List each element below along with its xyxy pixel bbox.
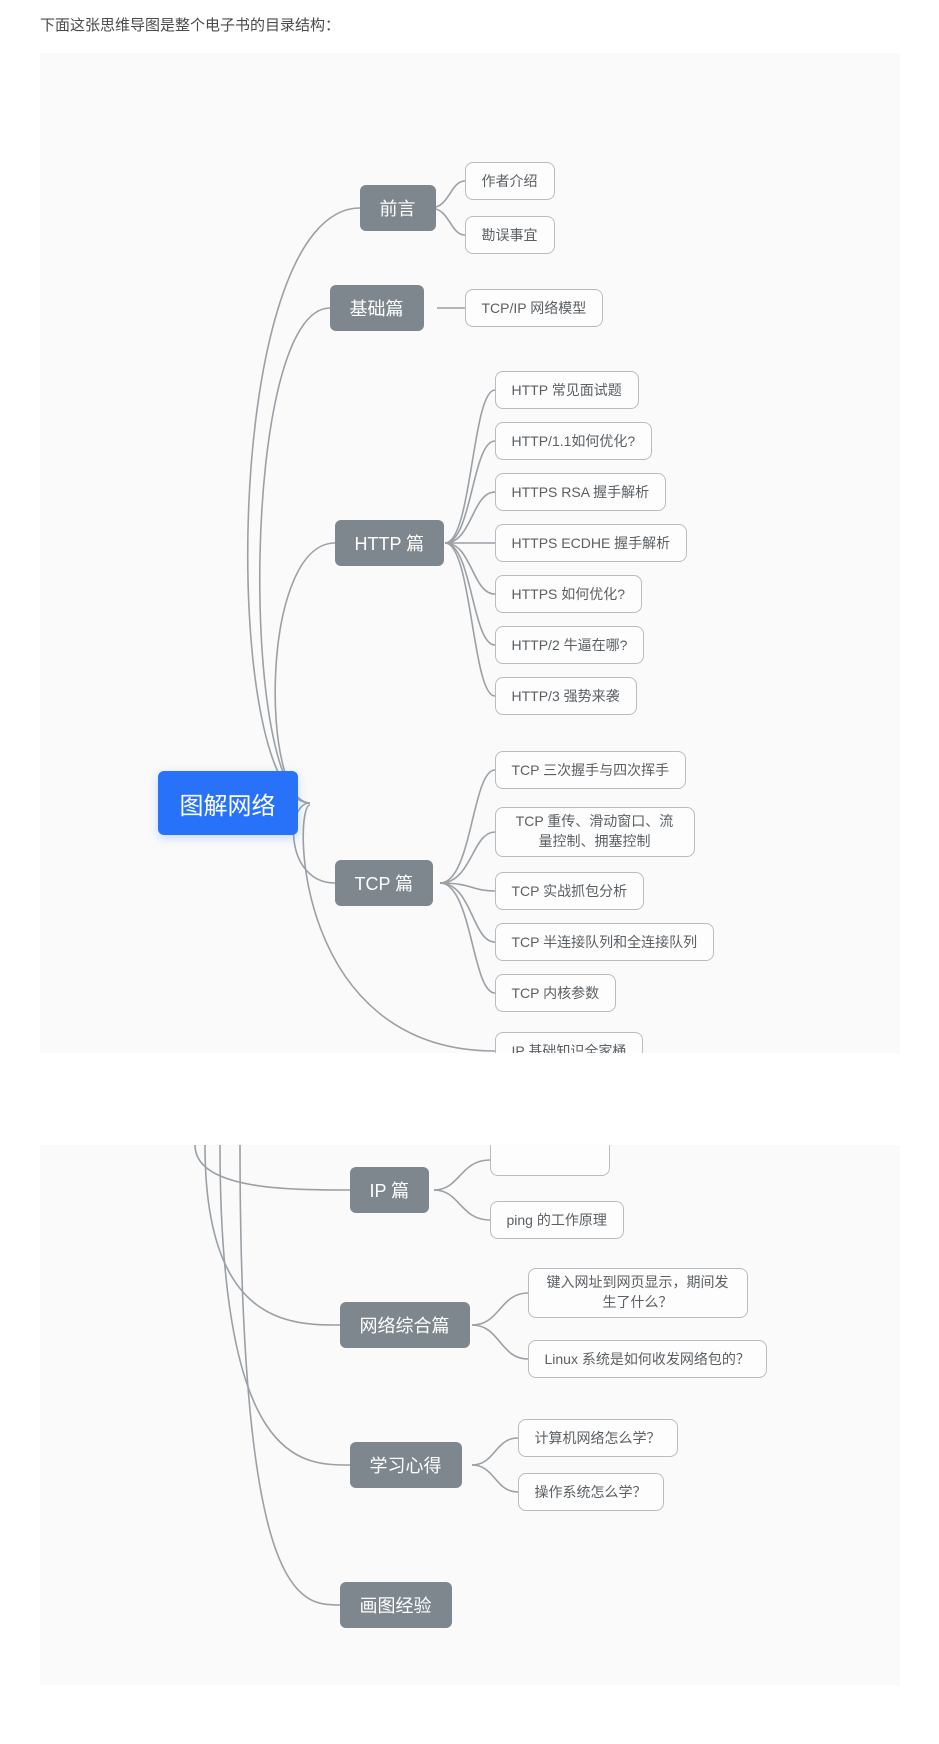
leaf-tcp-0: TCP 三次握手与四次挥手 xyxy=(495,751,687,789)
leaf-study-1: 操作系统怎么学？ xyxy=(518,1473,664,1511)
leaf-study-0: 计算机网络怎么学？ xyxy=(518,1419,678,1457)
leaf-basic-0: TCP/IP 网络模型 xyxy=(465,289,604,327)
leaf-http-4: HTTPS 如何优化? xyxy=(495,575,643,613)
leaf-ip-0-tail xyxy=(490,1145,610,1176)
leaf-http-6: HTTP/3 强势来袭 xyxy=(495,677,637,715)
leaf-http-5: HTTP/2 牛逼在哪? xyxy=(495,626,645,664)
section-integ: 网络综合篇 xyxy=(340,1302,470,1348)
section-study: 学习心得 xyxy=(350,1442,462,1488)
section-tcp: TCP 篇 xyxy=(335,860,434,906)
intro-text: 下面这张思维导图是整个电子书的目录结构： xyxy=(0,0,939,53)
leaf-ip-1: ping 的工作原理 xyxy=(490,1201,624,1239)
leaf-preface-0: 作者介绍 xyxy=(465,162,555,200)
leaf-tcp-1: TCP 重传、滑动窗口、流量控制、拥塞控制 xyxy=(495,807,695,857)
leaf-tcp-2: TCP 实战抓包分析 xyxy=(495,872,645,910)
leaf-http-2: HTTPS RSA 握手解析 xyxy=(495,473,667,511)
section-ip: IP 篇 xyxy=(350,1167,430,1213)
section-basic: 基础篇 xyxy=(330,285,424,331)
leaf-ip-0-preview: IP 基础知识全家桶 xyxy=(495,1032,644,1053)
section-preface: 前言 xyxy=(360,185,436,231)
leaf-http-1: HTTP/1.1如何优化? xyxy=(495,422,653,460)
mindmap-panel-2: IP 篇 ping 的工作原理 网络综合篇 键入网址到网页显示，期间发生了什么？… xyxy=(40,1145,900,1685)
leaf-http-0: HTTP 常见面试题 xyxy=(495,371,639,409)
leaf-preface-1: 勘误事宜 xyxy=(465,216,555,254)
root-node: 图解网络 xyxy=(158,771,298,835)
leaf-integ-1: Linux 系统是如何收发网络包的？ xyxy=(528,1340,767,1378)
section-http: HTTP 篇 xyxy=(335,520,445,566)
mindmap-panel-1: 图解网络 前言 作者介绍 勘误事宜 基础篇 TCP/IP 网络模型 HTTP 篇… xyxy=(40,53,900,1053)
section-draw: 画图经验 xyxy=(340,1582,452,1628)
leaf-tcp-3: TCP 半连接队列和全连接队列 xyxy=(495,923,715,961)
leaf-http-3: HTTPS ECDHE 握手解析 xyxy=(495,524,688,562)
leaf-tcp-4: TCP 内核参数 xyxy=(495,974,617,1012)
leaf-integ-0: 键入网址到网页显示，期间发生了什么？ xyxy=(528,1268,748,1318)
